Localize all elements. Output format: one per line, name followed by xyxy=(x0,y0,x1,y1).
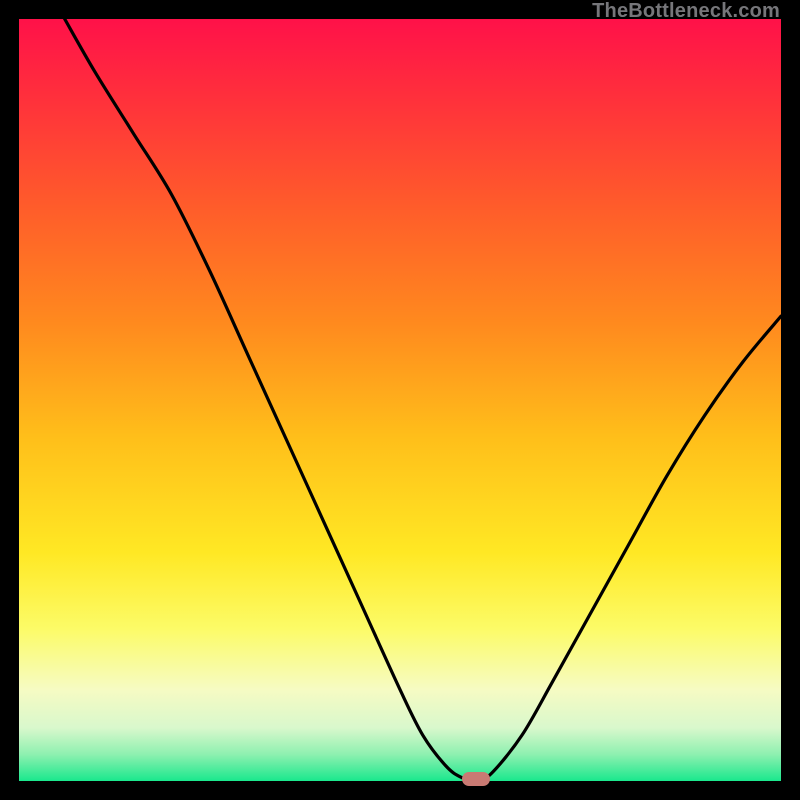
optimal-marker xyxy=(462,772,490,786)
bottleneck-curve xyxy=(19,19,781,781)
plot-area xyxy=(19,19,781,781)
watermark-text: TheBottleneck.com xyxy=(592,0,780,23)
